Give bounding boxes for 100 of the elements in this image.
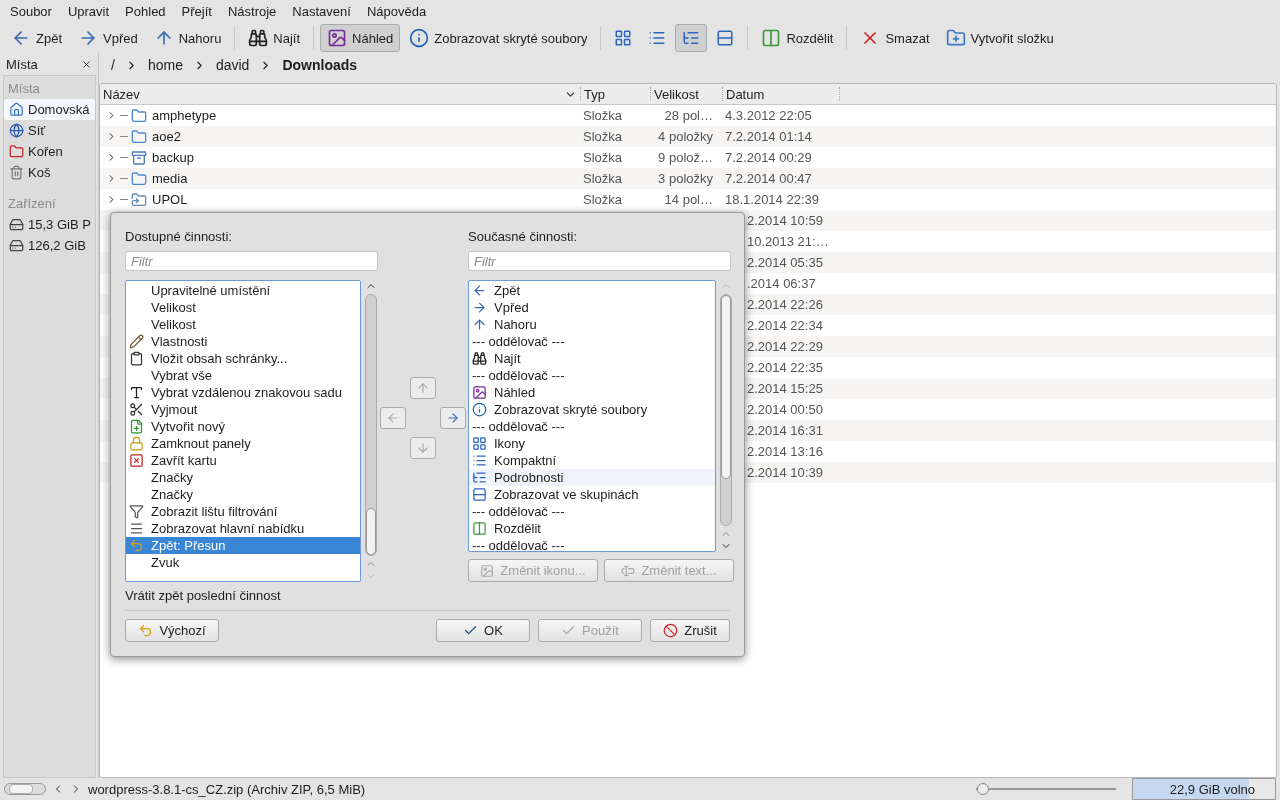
file-name[interactable]: media xyxy=(152,171,188,186)
dialog-button[interactable]: Výchozí xyxy=(125,619,219,642)
file-name[interactable]: backup xyxy=(152,150,194,165)
toolbar-button[interactable]: Vpřed xyxy=(71,24,145,52)
list-item[interactable]: Vytvořit nový xyxy=(126,418,361,435)
menu-item[interactable]: Nástroje xyxy=(220,4,286,19)
column-header[interactable]: Název xyxy=(100,87,581,101)
breadcrumb-item[interactable]: home xyxy=(143,57,187,73)
table-cell: 14 pol… xyxy=(664,192,713,207)
list-item[interactable]: Zobrazit lištu filtrování xyxy=(126,503,361,520)
breadcrumb-item[interactable]: david xyxy=(211,57,254,73)
list-item[interactable]: Zamknout panely xyxy=(126,435,361,452)
binoculars-icon xyxy=(248,28,269,48)
list-item[interactable]: --- oddělovač --- xyxy=(469,333,715,350)
scrollbar-thumb[interactable] xyxy=(9,784,33,794)
list-item[interactable]: Zobrazovat hlavní nabídku xyxy=(126,520,361,537)
list-item[interactable]: --- oddělovač --- xyxy=(469,503,715,520)
list-item[interactable]: Velikost xyxy=(126,299,361,316)
scrollbar-track[interactable] xyxy=(4,783,46,795)
list-item[interactable]: Zobrazovat ve skupinách xyxy=(469,486,715,503)
list-item[interactable]: Značky xyxy=(126,486,361,503)
scrollbar-track[interactable] xyxy=(720,294,732,526)
menu-icon xyxy=(129,521,144,536)
column-header[interactable]: Datum xyxy=(723,87,840,101)
linked-folder-icon xyxy=(131,191,147,208)
place-item[interactable]: Koš xyxy=(4,162,95,183)
place-item[interactable]: Síť xyxy=(4,120,95,141)
list-item[interactable]: Ikony xyxy=(469,435,715,452)
move-button[interactable] xyxy=(440,406,466,429)
split-view-icon xyxy=(472,521,487,536)
menu-item[interactable]: Přejít xyxy=(174,4,221,19)
toolbar-button[interactable]: Vytvořit složku xyxy=(938,24,1061,52)
menu-item[interactable]: Nápověda xyxy=(359,4,436,19)
scrollbar-track[interactable] xyxy=(365,294,378,556)
toolbar-button[interactable]: Smazat xyxy=(853,24,937,52)
scrollbar-thumb[interactable] xyxy=(721,295,731,479)
list-item[interactable]: Zpět: Přesun xyxy=(126,537,361,554)
menu-item[interactable]: Nastavení xyxy=(285,4,360,19)
menu-item[interactable]: Soubor xyxy=(3,4,61,19)
table-cell: 7.2.2014 00:47 xyxy=(725,171,812,186)
toolbar-button[interactable]: Zobrazovat skryté soubory xyxy=(402,24,595,52)
table-cell: 4 položky xyxy=(658,129,713,144)
list-item[interactable]: Najít xyxy=(469,350,715,367)
list-item[interactable]: Značky xyxy=(126,469,361,486)
place-item[interactable]: 126,2 GiB xyxy=(4,235,95,256)
table-cell: 2.2014 16:31 xyxy=(747,423,823,438)
folder-icon xyxy=(9,144,24,159)
dialog-button[interactable]: Zrušit xyxy=(650,619,730,642)
view-mode-button[interactable] xyxy=(675,24,708,52)
list-item[interactable]: Zavřít kartu xyxy=(126,452,361,469)
table-cell: 7.2.2014 01:14 xyxy=(725,129,812,144)
dialog-button[interactable]: OK xyxy=(436,619,530,642)
list-item[interactable]: Rozdělit xyxy=(469,520,715,537)
funnel-icon xyxy=(129,504,144,519)
place-item[interactable]: Kořen xyxy=(4,141,95,162)
undo-icon xyxy=(129,538,144,553)
file-name[interactable]: UPOL xyxy=(152,192,188,207)
list-item[interactable]: --- oddělovač --- xyxy=(469,418,715,435)
list-item[interactable]: Velikost xyxy=(126,316,361,333)
list-view-icon xyxy=(472,453,487,468)
list-item[interactable]: Upravitelné umístění xyxy=(126,282,361,299)
list-item[interactable]: Vyjmout xyxy=(126,401,361,418)
toolbar-button[interactable]: Nahoru xyxy=(146,24,229,52)
list-item[interactable]: --- oddělovač --- xyxy=(469,537,715,551)
list-item[interactable]: Vybrat vzdálenou znakovou sadu xyxy=(126,384,361,401)
column-header[interactable]: Typ xyxy=(581,87,651,101)
list-item[interactable]: Vpřed xyxy=(469,299,715,316)
toolbar-button[interactable]: Najít xyxy=(241,24,308,52)
grouped-view-icon xyxy=(716,29,735,47)
toolbar-button[interactable]: Rozdělit xyxy=(754,24,841,52)
info-icon xyxy=(409,28,430,48)
list-item[interactable]: Nahoru xyxy=(469,316,715,333)
toolbar-button[interactable]: Zpět xyxy=(4,24,69,52)
list-item[interactable]: Zpět xyxy=(469,282,715,299)
list-item[interactable]: Náhled xyxy=(469,384,715,401)
menu-item[interactable]: Pohled xyxy=(118,4,175,19)
file-name[interactable]: aoe2 xyxy=(152,129,181,144)
file-name[interactable]: amphetype xyxy=(152,108,217,123)
close-icon[interactable] xyxy=(81,58,92,70)
breadcrumb-item[interactable]: / xyxy=(107,57,119,73)
list-item[interactable]: Vložit obsah schránky... xyxy=(126,350,361,367)
globe-icon xyxy=(9,123,24,138)
list-item[interactable]: Kompaktní xyxy=(469,452,715,469)
menu-item[interactable]: Upravit xyxy=(60,4,119,19)
place-item[interactable]: 15,3 GiB P xyxy=(4,214,95,235)
list-item[interactable]: Vlastnosti xyxy=(126,333,361,350)
toolbar-button[interactable]: Náhled xyxy=(320,24,401,52)
column-header[interactable]: Velikost xyxy=(651,87,723,101)
scrollbar-thumb[interactable] xyxy=(366,508,377,555)
slider-handle[interactable] xyxy=(977,783,989,795)
arrow-right-icon xyxy=(472,300,487,315)
list-item[interactable]: --- oddělovač --- xyxy=(469,367,715,384)
list-item[interactable]: Vybrat vše xyxy=(126,367,361,384)
list-item[interactable]: Zvuk xyxy=(126,554,361,571)
list-item[interactable]: Podrobnosti xyxy=(469,469,715,486)
filter-field[interactable]: Filtr xyxy=(125,251,378,271)
list-item[interactable]: Zobrazovat skryté soubory xyxy=(469,401,715,418)
place-item[interactable]: Domovská xyxy=(4,99,95,120)
filter-field[interactable]: Filtr xyxy=(468,251,731,271)
breadcrumb-item[interactable]: Downloads xyxy=(278,57,362,73)
